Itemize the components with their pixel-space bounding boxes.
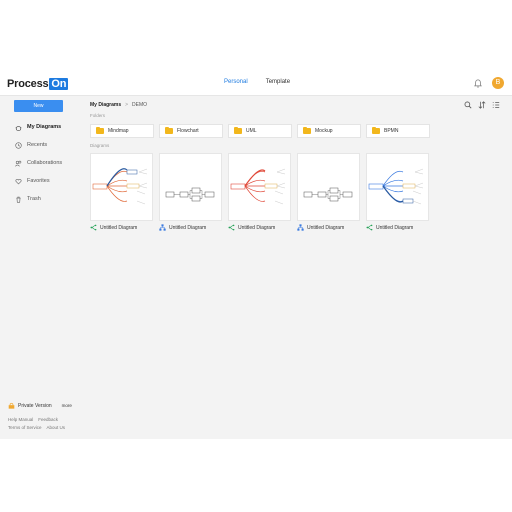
- tab-template[interactable]: Template: [266, 79, 290, 85]
- private-version-label: Private Version: [18, 402, 52, 409]
- new-button[interactable]: New: [14, 100, 63, 112]
- breadcrumb-separator: >: [125, 102, 129, 108]
- feedback-link[interactable]: Feedback: [38, 417, 58, 422]
- folder-label: BPMN: [384, 128, 399, 134]
- folder-mockup[interactable]: Mockup: [297, 124, 361, 138]
- flowchart-thumbnail: [165, 187, 215, 202]
- folders-heading: Folders: [90, 113, 106, 118]
- folder-label: Flowchart: [177, 128, 199, 134]
- mindmap-thumbnail: [368, 168, 424, 205]
- diagram-thumbnail: [90, 153, 153, 221]
- people-icon: [15, 160, 22, 166]
- diagram-caption: Untitled Diagram: [90, 224, 153, 231]
- list-view-icon[interactable]: [492, 101, 500, 109]
- mindmap-thumbnail: [230, 168, 286, 205]
- heart-icon: [15, 178, 22, 184]
- diagram-caption: Untitled Diagram: [366, 224, 429, 231]
- more-link[interactable]: more: [62, 403, 72, 408]
- sidebar-item-favorites[interactable]: Favorites: [15, 172, 62, 190]
- folder-label: Mindmap: [108, 128, 129, 134]
- private-icon: [8, 402, 15, 409]
- diagram-caption: Untitled Diagram: [297, 224, 360, 231]
- tab-personal[interactable]: Personal: [224, 79, 248, 85]
- sidebar-item-trash[interactable]: Trash: [15, 190, 62, 208]
- folder-icon: [165, 126, 173, 134]
- sidebar-item-label: Recents: [27, 142, 48, 148]
- avatar[interactable]: B: [492, 77, 504, 89]
- trash-icon: [16, 196, 21, 203]
- folder-mindmap[interactable]: Mindmap: [90, 124, 154, 138]
- top-tabs: Personal Template: [224, 79, 290, 85]
- sidebar-item-collaborations[interactable]: Collaborations: [15, 154, 62, 172]
- folder-flowchart[interactable]: Flowchart: [159, 124, 223, 138]
- folder-label: UML: [246, 128, 257, 134]
- diagram-title: Untitled Diagram: [376, 224, 414, 231]
- sidebar-item-label: Favorites: [27, 178, 50, 184]
- flowchart-icon: [297, 224, 304, 231]
- bell-icon[interactable]: [474, 79, 482, 88]
- sidebar-item-recents[interactable]: Recents: [15, 136, 62, 154]
- diagram-thumbnail: [228, 153, 291, 221]
- flowchart-thumbnail: [303, 187, 353, 202]
- diagram-caption: Untitled Diagram: [159, 224, 222, 231]
- breadcrumb-root[interactable]: My Diagrams: [90, 102, 121, 108]
- mindmap-thumbnail: [92, 168, 148, 205]
- mindmap-icon: [90, 224, 97, 231]
- flowchart-icon: [159, 224, 166, 231]
- sidebar-item-label: Collaborations: [27, 160, 63, 166]
- breadcrumb-current: DEMO: [132, 102, 148, 108]
- footer-links: Help Manual Feedback Terms of Service Abou…: [8, 416, 70, 432]
- main-content: My Diagrams > DEMO Folders Mindmap Flowcha…: [90, 96, 510, 439]
- sort-icon[interactable]: [478, 101, 486, 109]
- help-manual-link[interactable]: Help Manual: [8, 417, 33, 422]
- mindmap-icon: [366, 224, 373, 231]
- diagram-card[interactable]: Untitled Diagram: [228, 153, 291, 231]
- mindmap-icon: [228, 224, 235, 231]
- diagram-title: Untitled Diagram: [169, 224, 207, 231]
- app-window: Process On Personal Template B New My Dia…: [0, 71, 512, 439]
- view-tools: [464, 101, 500, 109]
- diagram-card[interactable]: Untitled Diagram: [159, 153, 222, 231]
- diagram-title: Untitled Diagram: [100, 224, 138, 231]
- sidebar: New My Diagrams Recents Collaborations F…: [0, 96, 82, 439]
- sidebar-nav: My Diagrams Recents Collaborations Favor…: [15, 118, 62, 208]
- folder-icon: [303, 126, 311, 134]
- folder-icon: [234, 126, 242, 134]
- terms-link[interactable]: Terms of Service: [8, 425, 42, 430]
- diagram-card[interactable]: Untitled Diagram: [90, 153, 153, 231]
- diagram-title: Untitled Diagram: [238, 224, 276, 231]
- diagrams-icon: [15, 125, 22, 131]
- logo[interactable]: Process On: [7, 77, 69, 91]
- folder-icon: [372, 126, 380, 134]
- about-link[interactable]: About Us: [47, 425, 66, 430]
- top-bar: Process On Personal Template B: [0, 71, 512, 96]
- diagram-caption: Untitled Diagram: [228, 224, 291, 231]
- sidebar-item-my-diagrams[interactable]: My Diagrams: [15, 118, 62, 136]
- breadcrumb: My Diagrams > DEMO: [90, 102, 147, 108]
- sidebar-item-label: Trash: [27, 196, 41, 202]
- folder-label: Mockup: [315, 128, 333, 134]
- diagram-title: Untitled Diagram: [307, 224, 345, 231]
- diagrams-heading: Diagrams: [90, 143, 110, 148]
- clock-icon: [15, 141, 22, 149]
- logo-badge: On: [49, 78, 69, 90]
- sidebar-item-label: My Diagrams: [27, 124, 62, 130]
- diagram-card[interactable]: Untitled Diagram: [366, 153, 429, 231]
- diagram-thumbnail: [366, 153, 429, 221]
- diagram-thumbnail: [297, 153, 360, 221]
- diagram-thumbnail: [159, 153, 222, 221]
- folders-list: Mindmap Flowchart UML Mockup BPMN: [90, 124, 430, 138]
- folder-uml[interactable]: UML: [228, 124, 292, 138]
- search-icon[interactable]: [464, 101, 472, 109]
- folder-icon: [96, 126, 104, 134]
- folder-bpmn[interactable]: BPMN: [366, 124, 430, 138]
- diagrams-list: Untitled Diagram Untitled Diagram Untitl…: [90, 153, 429, 231]
- logo-text: Process: [7, 78, 49, 90]
- diagram-card[interactable]: Untitled Diagram: [297, 153, 360, 231]
- private-version[interactable]: Private Version more: [8, 402, 72, 409]
